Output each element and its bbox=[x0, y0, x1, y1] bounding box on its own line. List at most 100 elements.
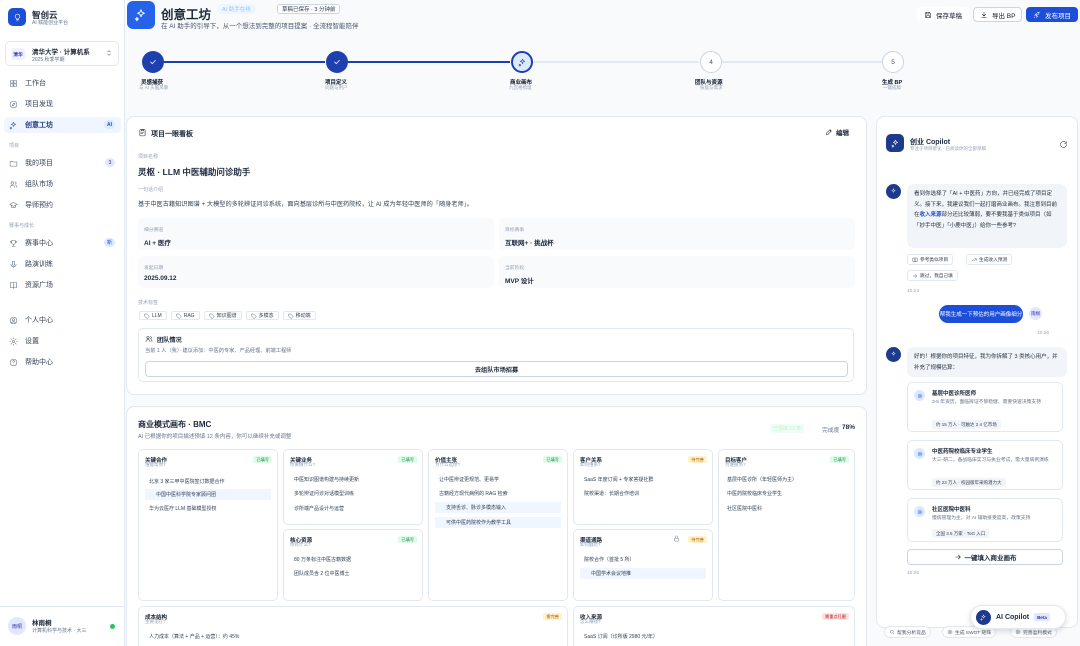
nav-settings[interactable]: 设置 bbox=[4, 333, 121, 349]
bmc-item[interactable]: 院校渠道：长期合作培训 bbox=[580, 490, 639, 497]
segment-stat: 约 23 万人 · 校园版年采购潜力大 bbox=[932, 478, 1006, 487]
nav-workbench[interactable]: 工作台 bbox=[4, 75, 121, 91]
recruit-button[interactable]: 去组队市场招募 bbox=[145, 361, 848, 377]
bmc-item[interactable]: 华为云医疗 LLM 基础模型授权 bbox=[145, 505, 217, 512]
bmc-item[interactable]: 北京 3 家三甲中医院签订数据合作 bbox=[145, 476, 271, 487]
tag[interactable]: 多模态 bbox=[245, 311, 279, 320]
org-badge: 清华 bbox=[11, 48, 25, 60]
segment-card[interactable]: 中医药院校临床专业学生 大三-研二，备战临床实习与执业考试，需大量病例演练 约 … bbox=[907, 440, 1063, 490]
step-4-circle[interactable]: 4 bbox=[700, 51, 722, 73]
nav-my-projects[interactable]: 我的项目 3 bbox=[4, 155, 121, 171]
save-draft-label: 保存草稿 bbox=[936, 12, 962, 20]
tag[interactable]: 知识图谱 bbox=[203, 311, 242, 320]
tag[interactable]: RAG bbox=[170, 311, 200, 320]
copilot-panel: 创业 Copilot 专注于项目孵化 · 已阅读你的全部草稿 看到你选择了「AI… bbox=[876, 116, 1078, 628]
search-icon bbox=[890, 630, 895, 635]
field-start-date: 发起日期 2025.09.12 bbox=[138, 256, 494, 288]
bmc-item[interactable]: SaaS 年度订阅 + 专家答疑社群 bbox=[580, 476, 653, 483]
segment-card[interactable]: 社区医院中医科 慢病管理为主，对 AI 辅助接受度高，政策支持 全国 3.5 万… bbox=[907, 498, 1063, 542]
help-icon bbox=[9, 358, 18, 366]
segment-card[interactable]: 基层中医诊所医师 3-5 年资历，面临辨证不够稳健、需要快速决策支持 约 15 … bbox=[907, 382, 1063, 432]
bmc-item[interactable]: 中国中医科学院专家顾问团 bbox=[145, 489, 271, 500]
bmc-item[interactable]: SaaS 订阅（诊所版 2980 元/年） bbox=[580, 633, 658, 640]
skip-chip[interactable]: 跳过，我自己填 bbox=[907, 270, 958, 281]
refresh-icon[interactable] bbox=[1059, 140, 1068, 149]
brand-tagline: AI 赋能创业平台 bbox=[32, 20, 69, 26]
bmc-resources[interactable]: 核心资源 你有什么? 已填写 80 万条标注中医古籍数据 团队成员含 2 位中医… bbox=[283, 529, 423, 601]
step-1-circle[interactable] bbox=[142, 51, 164, 73]
bmc-item[interactable]: 诊所端产品设计与运营 bbox=[290, 505, 344, 512]
publish-button[interactable]: 发布项目 bbox=[1026, 7, 1078, 22]
nav-workshop[interactable]: 创意工坊 AI bbox=[4, 117, 121, 133]
nav-resources[interactable]: 资源广场 bbox=[4, 277, 121, 293]
folder-icon bbox=[9, 160, 18, 166]
save-draft-button[interactable]: 保存草稿 bbox=[917, 7, 969, 22]
nav-mentor[interactable]: 导师预约 bbox=[4, 197, 121, 213]
bmc-channels[interactable]: 渠道通路 如何触达? 待完善 院校合作（首批 5 所） 中国学术会议地推 bbox=[573, 529, 713, 601]
bmc-costs[interactable]: 成本结构 主要花在? 需完善 人力成本（算法 + 产品 + 运营）：约 45% bbox=[138, 606, 568, 646]
step-connector bbox=[348, 61, 510, 63]
nav-mentor-label: 导师预约 bbox=[25, 202, 53, 209]
beta-badge: Beta bbox=[1034, 613, 1050, 621]
status-badge: 待完善 bbox=[688, 536, 707, 543]
status-badge: 已填写 bbox=[543, 456, 562, 463]
user-card[interactable]: 雨桐 林雨桐 计算机科学与技术 · 大三 bbox=[0, 606, 125, 646]
step-5-circle[interactable]: 5 bbox=[882, 51, 904, 73]
tag[interactable]: LLM bbox=[139, 311, 167, 320]
field-value: AI + 医疗 bbox=[144, 240, 171, 247]
message-time: 10:24 bbox=[907, 289, 920, 294]
bmc-value[interactable]: 价值主张 为什么选你? 已填写 让中医辨证更规范、更易学 古籍经方现代病例的 R… bbox=[428, 449, 568, 601]
suggest-competitor-chip[interactable]: 帮我分析竞品 bbox=[884, 626, 931, 638]
save-status-badge: 草稿已保存 · 3 分钟前 bbox=[277, 4, 341, 14]
bmc-segments[interactable]: 目标客户 为谁服务? 已填写 基层中医诊所（年轻医师为主） 中医药院校临床专业学… bbox=[718, 449, 855, 601]
bmc-item[interactable]: 基层中医诊所（年轻医师为主） bbox=[725, 476, 797, 483]
users-icon bbox=[9, 180, 18, 188]
tag[interactable]: 移动端 bbox=[282, 311, 316, 320]
bmc-item[interactable]: 社区医院中医科 bbox=[725, 505, 762, 512]
nav-team-market[interactable]: 组队市场 bbox=[4, 176, 121, 192]
bmc-item[interactable]: 支持舌诊、脉诊多模态输入 bbox=[435, 502, 561, 513]
project-name-label: 项目名称 bbox=[138, 154, 159, 160]
bmc-item[interactable]: 中医药院校临床专业学生 bbox=[725, 490, 782, 497]
revenue-forecast-chip[interactable]: 生成收入预测 bbox=[966, 254, 1013, 265]
nav-discover-label: 项目发现 bbox=[25, 101, 53, 108]
bmc-item[interactable]: 古籍经方现代病例的 RAG 检索 bbox=[435, 490, 508, 497]
nav-settings-label: 设置 bbox=[25, 338, 39, 345]
fill-canvas-button[interactable]: 一键填入商业画布 bbox=[907, 549, 1063, 565]
bmc-item[interactable]: 团队成员含 2 位中医博士 bbox=[290, 570, 350, 577]
bmc-item[interactable]: 可供中医药院校作为教学工具 bbox=[435, 517, 561, 528]
section-growth: 赛事与成长 bbox=[9, 223, 35, 229]
step-2-circle[interactable] bbox=[326, 51, 348, 73]
nav-roadshow[interactable]: 路演训练 bbox=[4, 256, 121, 272]
bmc-item[interactable]: 中医知识图谱构建与持续更新 bbox=[290, 476, 359, 483]
tag-icon bbox=[144, 313, 150, 319]
reference-projects-chip[interactable]: 参考类似项目 bbox=[907, 254, 954, 265]
bmc-revenue[interactable]: 收入来源 怎么赚钱? 需重点打磨 SaaS 订阅（诊所版 2980 元/年） bbox=[573, 606, 855, 646]
nav-contest[interactable]: 赛事中心 新 bbox=[4, 235, 121, 251]
bmc-item[interactable]: 院校合作（首批 5 所） bbox=[580, 556, 635, 563]
trophy-icon bbox=[10, 239, 17, 247]
ai-copilot-fab[interactable]: AI Copilot Beta bbox=[970, 605, 1066, 629]
nav-profile[interactable]: 个人中心 bbox=[4, 312, 121, 328]
book-icon bbox=[10, 281, 17, 289]
step-3-circle[interactable] bbox=[511, 51, 533, 73]
bmc-item[interactable]: 中国学术会议地推 bbox=[580, 568, 706, 579]
bmc-item[interactable]: 多轮辨证问诊对话模型训练 bbox=[290, 490, 354, 497]
bmc-block-question: 为谁服务? bbox=[725, 462, 746, 467]
segment-title: 中医药院校临床专业学生 bbox=[932, 449, 993, 455]
target-icon bbox=[914, 506, 925, 517]
nav-discover[interactable]: 项目发现 bbox=[4, 96, 121, 112]
bmc-relations[interactable]: 客户关系 如何维系? 待完善 SaaS 年度订阅 + 专家答疑社群 院校渠道：长… bbox=[573, 449, 713, 525]
bmc-partners[interactable]: 关键合作 谁能帮你? 已填写 北京 3 家三甲中医院签订数据合作 中国中医科学院… bbox=[138, 449, 278, 601]
bmc-item[interactable]: 让中医辨证更规范、更易学 bbox=[435, 476, 499, 483]
field-label: 目标赛事 bbox=[505, 228, 525, 233]
bmc-item[interactable]: 人力成本（算法 + 产品 + 运营）：约 45% bbox=[145, 633, 239, 640]
export-bp-button[interactable]: 导出 BP bbox=[973, 7, 1023, 22]
mic-icon bbox=[10, 260, 17, 268]
status-badge: 已填写 bbox=[398, 536, 417, 543]
org-switcher[interactable]: 清华 清华大学 · 计算机系 2025 秋季学期 bbox=[5, 41, 119, 66]
bmc-activities[interactable]: 关键业务 你要做什么? 已填写 中医知识图谱构建与持续更新 多轮辨证问诊对话模型… bbox=[283, 449, 423, 525]
bmc-item[interactable]: 80 万条标注中医古籍数据 bbox=[290, 556, 351, 563]
edit-button[interactable]: 编辑 bbox=[825, 127, 849, 137]
nav-help[interactable]: 帮助中心 bbox=[4, 354, 121, 370]
